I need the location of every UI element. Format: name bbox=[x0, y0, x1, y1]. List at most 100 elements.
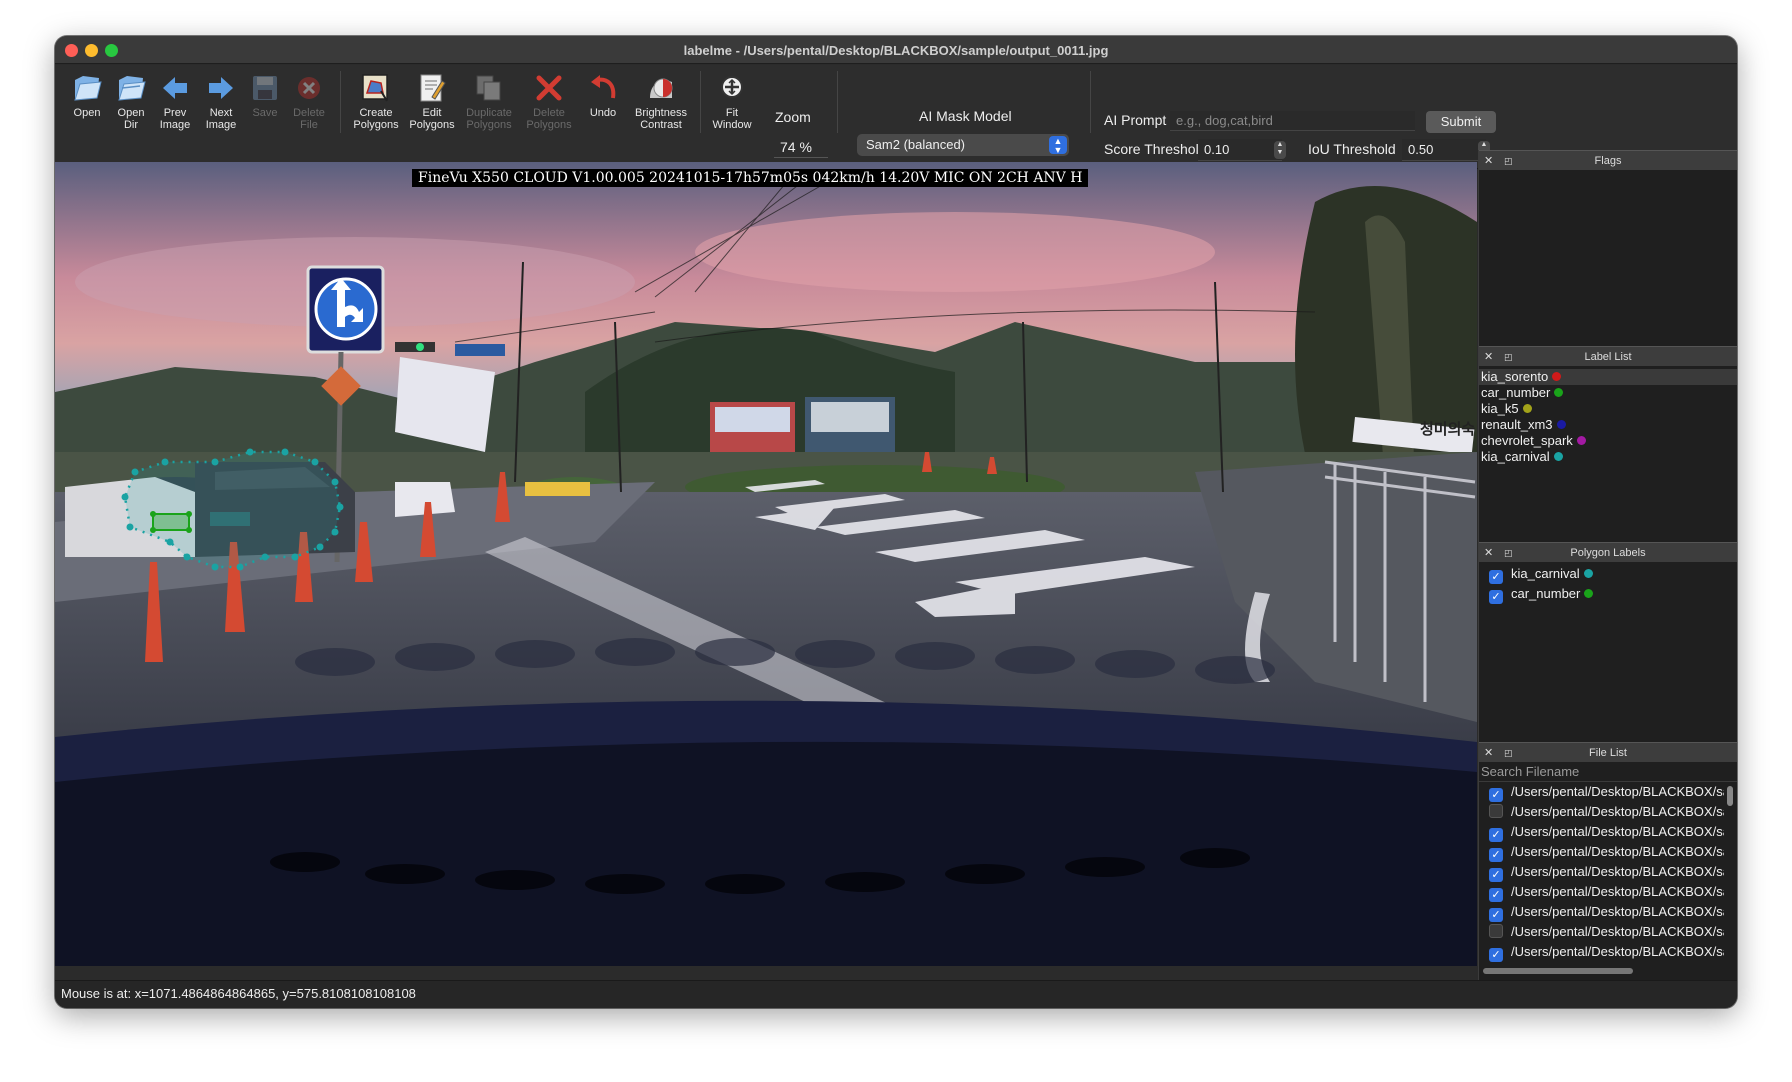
toolbar-separator bbox=[340, 71, 341, 133]
image-canvas[interactable]: 청미의숙 FineVu X550 CLOUD V1.00.005 2024101… bbox=[55, 162, 1477, 966]
undo-button[interactable]: Undo bbox=[581, 69, 625, 133]
dock-float-icon[interactable]: ◰ bbox=[1504, 151, 1513, 171]
label-list-item[interactable]: kia_k5 bbox=[1479, 401, 1737, 417]
file-path: /Users/pental/Desktop/BLACKBOX/sample/ou… bbox=[1511, 864, 1724, 879]
polygon-color-dot bbox=[1584, 589, 1594, 598]
prev-image-button[interactable]: Prev Image bbox=[153, 69, 197, 133]
brightness-contrast-icon bbox=[644, 71, 678, 105]
label-list-item[interactable]: car_number bbox=[1479, 385, 1737, 401]
file-path: /Users/pental/Desktop/BLACKBOX/sample/ou… bbox=[1511, 824, 1724, 839]
undo-icon bbox=[586, 71, 620, 105]
polygon-label-item[interactable]: ✓ car_number bbox=[1479, 584, 1737, 604]
toolbar-separator bbox=[1090, 71, 1091, 133]
file-done-checkbox[interactable]: ✓ bbox=[1489, 888, 1503, 902]
iou-threshold-label: IoU Threshold bbox=[1308, 141, 1396, 157]
open-label: Open bbox=[73, 107, 101, 119]
ai-prompt-label: AI Prompt bbox=[1104, 112, 1167, 128]
polygon-labels-list: ✓ kia_carnival ✓ car_number bbox=[1479, 562, 1737, 604]
delete-file-button[interactable]: Delete File bbox=[287, 69, 331, 133]
label-color-dot bbox=[1552, 372, 1562, 381]
brightness-contrast-button[interactable]: Brightness Contrast bbox=[631, 69, 691, 133]
car-number-polygon[interactable] bbox=[150, 511, 192, 533]
save-button[interactable]: Save bbox=[243, 69, 287, 133]
label-list-header: ✕ ◰ Label List bbox=[1479, 346, 1737, 366]
spinbox-arrows-icon[interactable]: ▲▼ bbox=[1274, 141, 1286, 159]
polygon-visibility-checkbox[interactable]: ✓ bbox=[1489, 590, 1503, 604]
next-image-button[interactable]: Next Image bbox=[199, 69, 243, 133]
label-color-dot bbox=[1553, 452, 1563, 461]
file-list-vertical-scrollbar[interactable] bbox=[1727, 786, 1733, 806]
open-folder-icon bbox=[70, 71, 104, 105]
duplicate-polygons-button[interactable]: Duplicate Polygons bbox=[461, 69, 517, 133]
ai-mask-model-select[interactable]: Sam2 (balanced) ▲ ▼ bbox=[857, 134, 1069, 156]
file-list-item[interactable]: ✓ /Users/pental/Desktop/BLACKBOX/sample/o… bbox=[1479, 902, 1724, 922]
open-dir-button[interactable]: Open Dir bbox=[109, 69, 153, 133]
dashcam-image: 청미의숙 bbox=[55, 162, 1477, 966]
iou-threshold-spinbox[interactable]: 0.50 ▲▼ bbox=[1402, 139, 1490, 161]
dock-close-icon[interactable]: ✕ bbox=[1484, 151, 1493, 171]
label-list-item[interactable]: kia_carnival bbox=[1479, 449, 1737, 465]
delete-polygons-button[interactable]: Delete Polygons bbox=[521, 69, 577, 133]
submit-button[interactable]: Submit bbox=[1426, 111, 1496, 133]
file-done-checkbox[interactable] bbox=[1489, 924, 1503, 938]
polygon-color-dot bbox=[1583, 569, 1593, 578]
iou-threshold-value: 0.50 bbox=[1408, 142, 1434, 157]
file-done-checkbox[interactable]: ✓ bbox=[1489, 828, 1503, 842]
ai-prompt-input[interactable] bbox=[1170, 111, 1415, 131]
create-polygons-button[interactable]: Create Polygons bbox=[348, 69, 404, 133]
file-done-checkbox[interactable]: ✓ bbox=[1489, 948, 1503, 962]
label-list-item[interactable]: chevrolet_spark bbox=[1479, 433, 1737, 449]
duplicate-polygons-icon bbox=[472, 71, 506, 105]
dock-float-icon[interactable]: ◰ bbox=[1504, 743, 1513, 763]
ai-mask-model-label: AI Mask Model bbox=[919, 108, 1012, 124]
file-list-item[interactable]: ✓ /Users/pental/Desktop/BLACKBOX/sample/o… bbox=[1479, 862, 1724, 882]
label-color-dot bbox=[1554, 388, 1564, 397]
dock-float-icon[interactable]: ◰ bbox=[1504, 347, 1513, 367]
save-icon bbox=[248, 71, 282, 105]
file-list-item[interactable]: /Users/pental/Desktop/BLACKBOX/sample/ou… bbox=[1479, 922, 1724, 942]
file-done-checkbox[interactable]: ✓ bbox=[1489, 848, 1503, 862]
dock-close-icon[interactable]: ✕ bbox=[1484, 347, 1493, 367]
title-bar: labelme - /Users/pental/Desktop/BLACKBOX… bbox=[55, 36, 1737, 64]
flags-dock: ✕ ◰ Flags bbox=[1478, 150, 1737, 346]
file-done-checkbox[interactable] bbox=[1489, 804, 1503, 818]
delete-polygons-label: Delete Polygons bbox=[526, 107, 572, 131]
score-threshold-spinbox[interactable]: 0.10 ▲ ▼ bbox=[1198, 139, 1286, 161]
file-list-item[interactable]: /Users/pental/Desktop/BLACKBOX/sample/ou… bbox=[1479, 802, 1724, 822]
file-done-checkbox[interactable]: ✓ bbox=[1489, 908, 1503, 922]
open-button[interactable]: Open bbox=[65, 69, 109, 133]
prev-image-label: Prev Image bbox=[159, 107, 191, 131]
dock-close-icon[interactable]: ✕ bbox=[1484, 743, 1493, 763]
zoom-input[interactable]: 74 % bbox=[774, 136, 828, 158]
roadside-sign-text: 청미의숙 bbox=[1420, 420, 1475, 438]
file-done-checkbox[interactable]: ✓ bbox=[1489, 788, 1503, 802]
label-list-item[interactable]: renault_xm3 bbox=[1479, 417, 1737, 433]
label-name: chevrolet_spark bbox=[1481, 433, 1573, 448]
delete-file-icon bbox=[292, 71, 326, 105]
file-done-checkbox[interactable]: ✓ bbox=[1489, 868, 1503, 882]
status-bar: Mouse is at: x=1071.4864864864865, y=575… bbox=[55, 980, 1737, 1008]
label-list-title: Label List bbox=[1584, 351, 1632, 363]
toolbar-separator bbox=[700, 71, 701, 133]
file-list-item[interactable]: ✓ /Users/pental/Desktop/BLACKBOX/sample/o… bbox=[1479, 822, 1724, 842]
file-list-horizontal-scrollbar[interactable] bbox=[1483, 968, 1633, 974]
create-polygons-label: Create Polygons bbox=[353, 107, 399, 131]
dock-float-icon[interactable]: ◰ bbox=[1504, 543, 1513, 563]
polygon-label-item[interactable]: ✓ kia_carnival bbox=[1479, 564, 1737, 584]
file-list-item[interactable]: ✓ /Users/pental/Desktop/BLACKBOX/sample/o… bbox=[1479, 842, 1724, 862]
dock-close-icon[interactable]: ✕ bbox=[1484, 543, 1493, 563]
file-path: /Users/pental/Desktop/BLACKBOX/sample/ou… bbox=[1511, 804, 1724, 819]
score-threshold-label: Score Threshold bbox=[1104, 141, 1207, 157]
polygon-visibility-checkbox[interactable]: ✓ bbox=[1489, 570, 1503, 584]
edit-polygons-button[interactable]: Edit Polygons bbox=[407, 69, 457, 133]
file-list-item[interactable]: ✓ /Users/pental/Desktop/BLACKBOX/sample/o… bbox=[1479, 942, 1724, 962]
label-name: car_number bbox=[1481, 385, 1551, 400]
label-name: kia_carnival bbox=[1481, 449, 1550, 464]
fit-window-button[interactable]: Fit Window bbox=[707, 69, 757, 133]
polygon-label-name: car_number bbox=[1511, 586, 1581, 601]
file-list-item[interactable]: ✓ /Users/pental/Desktop/BLACKBOX/sample/o… bbox=[1479, 782, 1724, 802]
search-filename-input[interactable] bbox=[1479, 762, 1737, 782]
file-list-item[interactable]: ✓ /Users/pental/Desktop/BLACKBOX/sample/o… bbox=[1479, 882, 1724, 902]
file-list-dock: ✕ ◰ File List ✓ /Users/pental/Desktop/BLA… bbox=[1478, 742, 1737, 980]
label-list-item[interactable]: kia_sorento bbox=[1479, 369, 1737, 385]
